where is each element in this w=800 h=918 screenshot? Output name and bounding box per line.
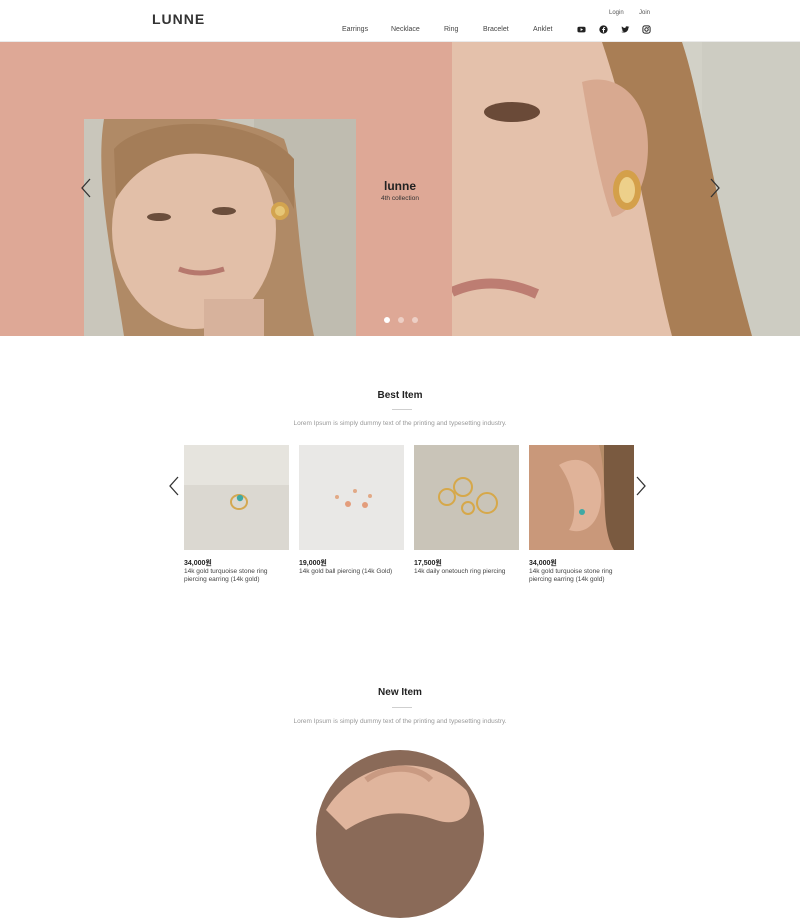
- hero-dot-1[interactable]: [384, 317, 390, 323]
- product-price: 34,000원: [529, 560, 557, 567]
- product-name[interactable]: 14k daily onetouch ring piercing: [414, 568, 519, 576]
- nav-bracelet[interactable]: Bracelet: [483, 26, 509, 33]
- product-name[interactable]: 14k gold turquoise stone ring piercing e…: [184, 568, 289, 584]
- hero-dot-2[interactable]: [398, 317, 404, 323]
- hero-subtitle: 4th collection: [381, 195, 419, 202]
- product-price: 34,000원: [184, 560, 212, 567]
- facebook-icon[interactable]: [599, 25, 608, 34]
- product-name[interactable]: 14k gold turquoise stone ring piercing e…: [529, 568, 634, 584]
- site-header: LUNNE Login Join Earrings Necklace Ring …: [0, 0, 800, 42]
- hero-dot-3[interactable]: [412, 317, 418, 323]
- product-card[interactable]: 17,500원 14k daily onetouch ring piercing: [414, 445, 519, 576]
- nav-anklet[interactable]: Anklet: [533, 26, 552, 33]
- product-image[interactable]: [184, 445, 289, 550]
- hero-model-photo-right: [452, 42, 800, 336]
- login-link[interactable]: Login: [609, 10, 624, 16]
- twitter-icon[interactable]: [621, 25, 630, 34]
- new-item-title: New Item: [378, 687, 422, 698]
- best-item-title: Best Item: [377, 390, 423, 401]
- hero-model-photo-left: [84, 119, 356, 336]
- best-prev-arrow[interactable]: [168, 476, 180, 496]
- product-card[interactable]: 34,000원 14k gold turquoise stone ring pi…: [184, 445, 289, 584]
- product-name[interactable]: 14k gold ball piercing (14k Gold): [299, 568, 404, 576]
- product-image[interactable]: [529, 445, 634, 550]
- best-item-divider: [392, 409, 412, 410]
- nav-necklace[interactable]: Necklace: [391, 26, 420, 33]
- hero-prev-arrow[interactable]: [80, 178, 92, 198]
- new-item-divider: [392, 707, 412, 708]
- product-price: 17,500원: [414, 560, 442, 567]
- product-card[interactable]: 19,000원 14k gold ball piercing (14k Gold…: [299, 445, 404, 576]
- product-card[interactable]: 34,000원 14k gold turquoise stone ring pi…: [529, 445, 634, 584]
- best-item-description: Lorem Ipsum is simply dummy text of the …: [293, 420, 507, 427]
- product-price: 19,000원: [299, 560, 327, 567]
- product-image[interactable]: [299, 445, 404, 550]
- new-item-image[interactable]: [316, 750, 484, 918]
- best-next-arrow[interactable]: [635, 476, 647, 496]
- join-link[interactable]: Join: [639, 10, 650, 16]
- nav-ring[interactable]: Ring: [444, 26, 458, 33]
- product-image[interactable]: [414, 445, 519, 550]
- instagram-icon[interactable]: [642, 25, 651, 34]
- site-logo[interactable]: LUNNE: [152, 11, 205, 27]
- hero-title: lunne: [384, 179, 416, 193]
- nav-earrings[interactable]: Earrings: [342, 26, 368, 33]
- youtube-icon[interactable]: [577, 25, 586, 34]
- new-item-description: Lorem Ipsum is simply dummy text of the …: [293, 718, 507, 725]
- hero-slider: lunne 4th collection: [0, 42, 800, 336]
- hero-next-arrow[interactable]: [709, 178, 721, 198]
